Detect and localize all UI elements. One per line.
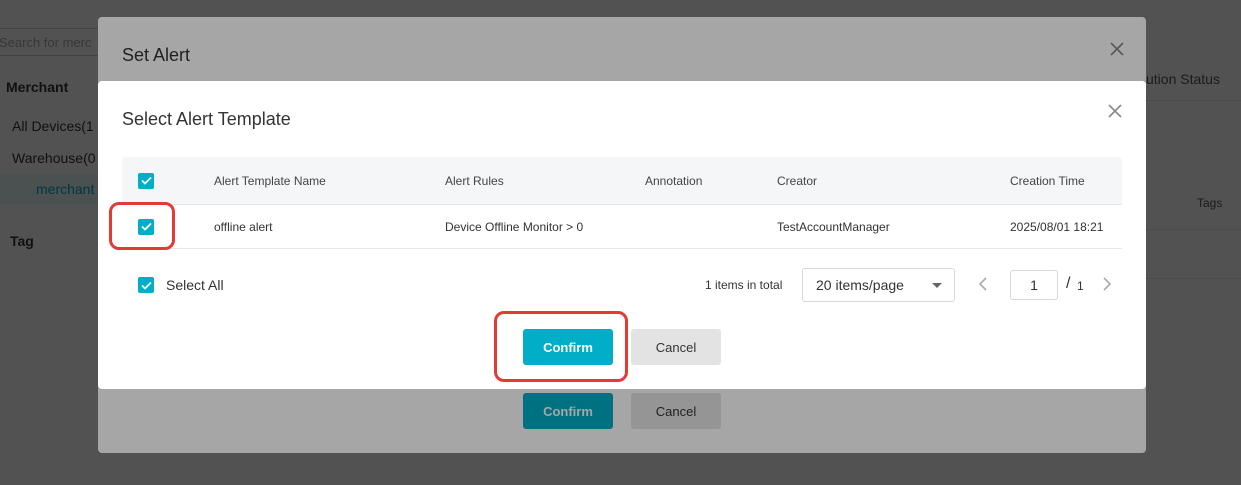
chevron-left-icon[interactable] — [976, 275, 992, 295]
cell-template-name: offline alert — [214, 219, 273, 234]
total-pages: 1 — [1077, 279, 1084, 293]
table-footer: Select All 1 items in total 20 items/pag… — [122, 267, 1122, 303]
cell-creator: TestAccountManager — [777, 219, 890, 234]
select-all-checkbox[interactable]: Select All — [138, 277, 224, 293]
column-annotation: Annotation — [645, 173, 703, 188]
checkmark-icon — [140, 281, 152, 290]
chevron-right-icon[interactable] — [1098, 275, 1114, 295]
caret-down-icon — [932, 283, 942, 288]
page-number-input[interactable] — [1010, 270, 1058, 300]
cell-alert-rules: Device Offline Monitor > 0 — [445, 219, 584, 234]
column-creation-time: Creation Time — [1010, 173, 1085, 188]
cell-creation-time: 2025/08/01 18:21 — [1010, 219, 1104, 234]
column-creator: Creator — [777, 173, 818, 188]
page-size-value: 20 items/page — [816, 277, 904, 293]
column-alert-template-name: Alert Template Name — [214, 173, 326, 188]
total-count: 1 items in total — [705, 278, 783, 292]
row-checkbox[interactable] — [138, 218, 154, 235]
select-all-label: Select All — [166, 277, 224, 293]
alert-template-table: Alert Template Name Alert Rules Annotati… — [122, 157, 1122, 249]
checkmark-icon — [140, 176, 152, 185]
cancel-button[interactable]: Cancel — [631, 329, 721, 365]
checkmark-icon — [140, 222, 152, 231]
select-alert-template-dialog: Select Alert Template Alert Template Nam… — [98, 81, 1146, 389]
confirm-button[interactable]: Confirm — [523, 329, 613, 365]
dialog-title: Select Alert Template — [122, 109, 291, 129]
close-icon[interactable] — [1105, 101, 1125, 121]
table-header: Alert Template Name Alert Rules Annotati… — [122, 157, 1122, 205]
header-checkbox[interactable] — [138, 172, 154, 189]
table-row[interactable]: offline alert Device Offline Monitor > 0… — [122, 205, 1122, 249]
page-separator: / — [1066, 275, 1071, 292]
column-alert-rules: Alert Rules — [445, 173, 504, 188]
page-size-select[interactable]: 20 items/page — [802, 268, 955, 302]
select-all-box[interactable] — [138, 277, 154, 293]
